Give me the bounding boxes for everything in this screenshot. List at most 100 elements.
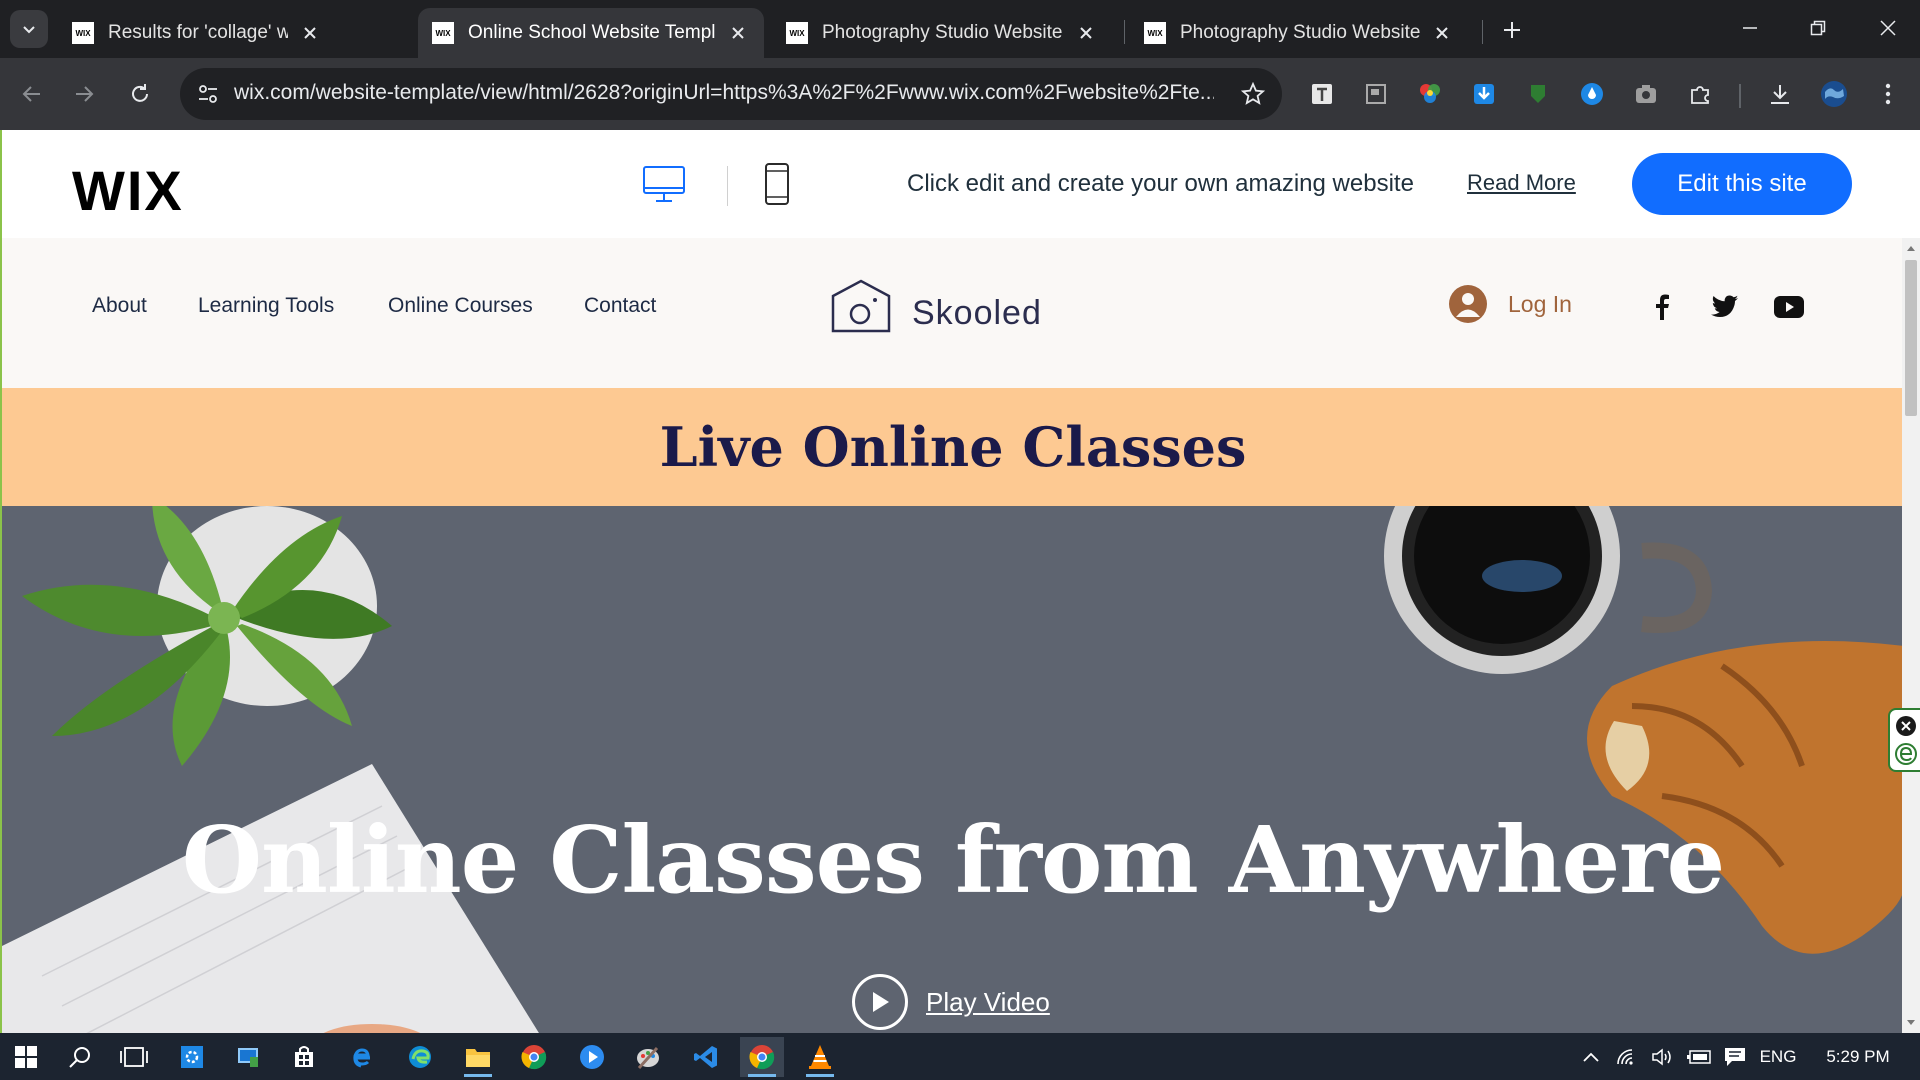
scroll-thumb[interactable] <box>1905 260 1917 416</box>
menu-item-learning-tools[interactable]: Learning Tools <box>198 294 334 318</box>
new-tab-button[interactable] <box>1496 14 1528 46</box>
restore-button[interactable] <box>1798 10 1838 46</box>
camera-extension-icon[interactable] <box>1632 80 1660 108</box>
edge-browser-icon[interactable] <box>398 1037 442 1077</box>
tab-close-icon[interactable] <box>726 21 750 45</box>
tab-close-icon[interactable] <box>1074 21 1098 45</box>
menu-item-contact[interactable]: Contact <box>584 294 656 318</box>
youtube-icon[interactable] <box>1774 292 1804 322</box>
color-picker-extension-icon[interactable] <box>1416 80 1444 108</box>
vlc-icon[interactable] <box>798 1037 842 1077</box>
wix-favicon-icon: WIX <box>1144 22 1166 44</box>
notification-center-icon[interactable] <box>1720 1043 1750 1071</box>
windows-taskbar: ENG 5:29 PM <box>0 1033 1920 1080</box>
text-extension-icon[interactable] <box>1308 80 1336 108</box>
bookmark-star-icon[interactable] <box>1238 79 1268 109</box>
edge-extension-icon[interactable] <box>1895 743 1917 765</box>
show-hidden-icons-icon[interactable] <box>1578 1043 1604 1071</box>
tab-title: Results for 'collage' website tem <box>108 22 288 43</box>
chrome-active-icon[interactable] <box>740 1037 784 1077</box>
site-info-icon[interactable] <box>192 78 224 110</box>
twitter-icon[interactable] <box>1710 292 1740 322</box>
scroll-down-arrow-icon[interactable] <box>1902 1013 1920 1033</box>
blue-drop-extension-icon[interactable] <box>1578 80 1606 108</box>
green-extension-icon[interactable] <box>1524 80 1552 108</box>
wix-logo[interactable]: WIX <box>72 158 184 223</box>
play-video-button[interactable]: Play Video <box>852 974 1050 1030</box>
skooled-logo-icon[interactable] <box>830 278 892 334</box>
promo-text: Click edit and create your own amazing w… <box>907 170 1414 197</box>
store-icon[interactable] <box>282 1037 326 1077</box>
url-text[interactable]: wix.com/website-template/view/html/2628?… <box>234 81 1214 105</box>
reload-icon <box>132 84 148 102</box>
play-icon <box>852 974 908 1030</box>
close-circle-icon[interactable] <box>1896 716 1916 736</box>
mobile-view-icon[interactable] <box>762 162 792 206</box>
browser-tab[interactable]: WIX Results for 'collage' website tem <box>58 8 336 58</box>
browser-tab[interactable]: WIX Photography Studio Website Te <box>1130 8 1468 58</box>
chrome-icon[interactable] <box>512 1037 556 1077</box>
reload-button[interactable] <box>122 76 158 112</box>
ie-browser-icon[interactable] <box>340 1037 384 1077</box>
wifi-icon[interactable] <box>1612 1043 1642 1071</box>
facebook-icon[interactable] <box>1647 292 1677 322</box>
tab-close-icon[interactable] <box>298 21 322 45</box>
arrow-right-icon <box>76 86 94 102</box>
search-icon[interactable] <box>58 1037 102 1077</box>
minimize-button[interactable] <box>1730 10 1770 46</box>
forward-button[interactable] <box>66 76 102 112</box>
vscode-icon[interactable] <box>684 1037 728 1077</box>
page-scrollbar[interactable] <box>1902 238 1920 1033</box>
tab-close-icon[interactable] <box>1430 21 1454 45</box>
task-view-icon[interactable] <box>112 1037 156 1077</box>
paint-app-icon[interactable] <box>626 1037 670 1077</box>
restore-icon <box>1810 20 1826 36</box>
play-video-label: Play Video <box>926 986 1050 1017</box>
scroll-up-arrow-icon[interactable] <box>1902 238 1920 258</box>
user-avatar-icon <box>1448 284 1488 324</box>
login-button[interactable]: Log In <box>1448 284 1572 324</box>
hero-background-image <box>2 506 1902 1033</box>
volume-icon[interactable] <box>1648 1043 1678 1071</box>
menu-item-online-courses[interactable]: Online Courses <box>388 294 533 318</box>
tab-title: Photography Studio Website Te <box>1180 22 1420 43</box>
extensions-puzzle-icon[interactable] <box>1686 80 1714 108</box>
chevron-down-icon <box>23 26 35 34</box>
control-panel-icon[interactable] <box>226 1037 270 1077</box>
profile-avatar-icon[interactable] <box>1820 80 1848 108</box>
clock[interactable]: 5:29 PM <box>1818 1043 1898 1071</box>
downloads-icon[interactable] <box>1766 80 1794 108</box>
site-logo-text[interactable]: Skooled <box>912 294 1042 333</box>
chrome-menu-icon[interactable] <box>1874 80 1902 108</box>
toolbar-separator <box>1739 84 1741 108</box>
back-button[interactable] <box>14 76 50 112</box>
tab-separator <box>1124 20 1125 44</box>
browser-tab-strip: WIX Results for 'collage' website tem WI… <box>0 0 1920 58</box>
tab-search-button[interactable] <box>10 10 48 48</box>
plus-icon <box>1504 22 1520 38</box>
menu-item-about[interactable]: About <box>92 294 147 318</box>
battery-icon[interactable] <box>1684 1043 1714 1071</box>
hero-title: Online Classes from Anywhere <box>181 806 1725 914</box>
tab-separator <box>1482 20 1483 44</box>
edit-this-site-button[interactable]: Edit this site <box>1632 153 1852 215</box>
browser-tab[interactable]: WIX Photography Studio Website Te <box>772 8 1112 58</box>
wix-preview-bar: WIX Click edit and create your own amazi… <box>0 130 1920 238</box>
site-header: About Learning Tools Online Courses Cont… <box>2 238 1902 388</box>
windows-start-icon[interactable] <box>4 1037 48 1077</box>
browser-tab-active[interactable]: WIX Online School Website Templat <box>418 8 764 58</box>
screenshot-extension-icon[interactable] <box>1362 80 1390 108</box>
banner-title: Live Online Classes <box>659 415 1247 479</box>
language-indicator[interactable]: ENG <box>1758 1043 1798 1071</box>
settings-app-icon[interactable] <box>170 1037 214 1077</box>
browser-toolbar: wix.com/website-template/view/html/2628?… <box>0 58 1920 130</box>
read-more-link[interactable]: Read More <box>1467 170 1576 196</box>
hero-section: Online Classes from Anywhere Play Video <box>2 506 1902 1033</box>
file-explorer-icon[interactable] <box>456 1037 500 1077</box>
desktop-view-icon[interactable] <box>642 162 686 206</box>
media-player-icon[interactable] <box>570 1037 614 1077</box>
close-window-button[interactable] <box>1868 10 1908 46</box>
address-bar[interactable]: wix.com/website-template/view/html/2628?… <box>180 68 1282 120</box>
download-extension-icon[interactable] <box>1470 80 1498 108</box>
live-classes-banner: Live Online Classes <box>2 388 1902 506</box>
